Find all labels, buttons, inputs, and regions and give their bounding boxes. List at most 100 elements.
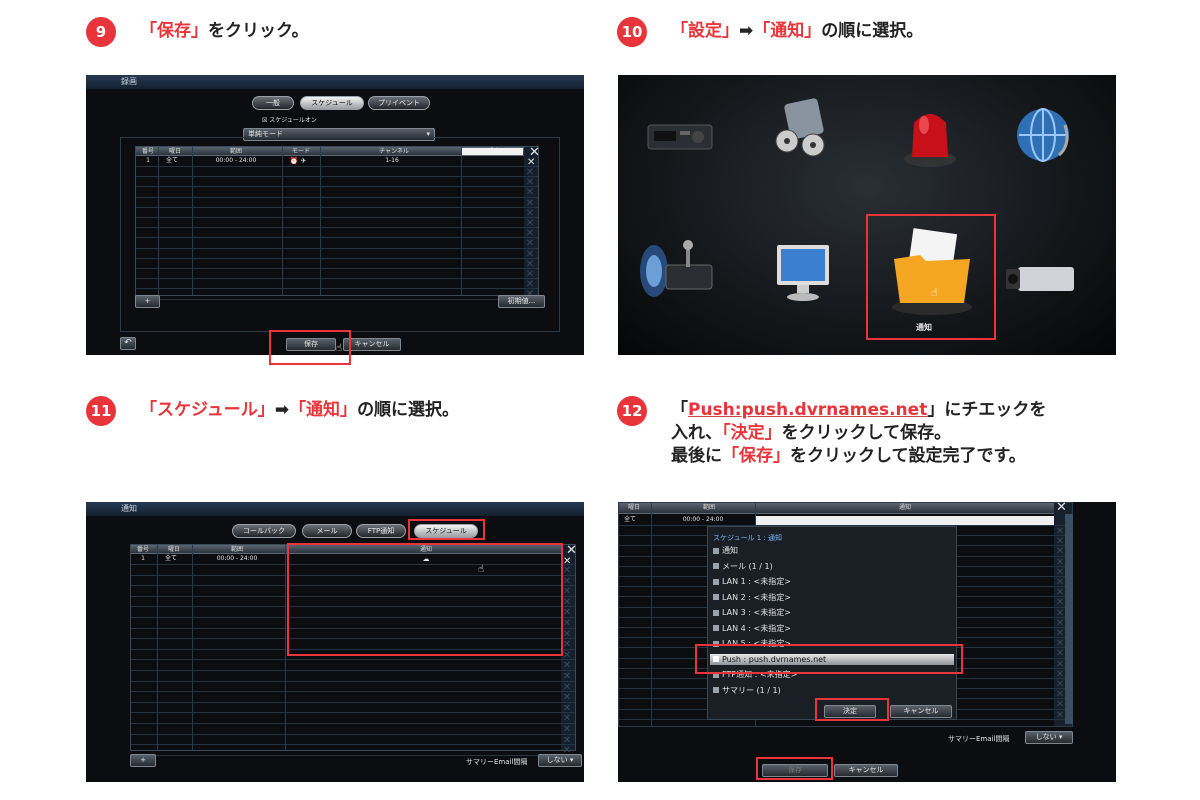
cursor-hand-icon: ☝ bbox=[931, 286, 938, 299]
col-header-number: 番号 bbox=[141, 148, 155, 155]
summary-interval-select[interactable]: しない ▾ bbox=[1025, 731, 1073, 744]
network-globe-icon[interactable] bbox=[1013, 105, 1073, 165]
checkbox-icon bbox=[713, 687, 719, 693]
cancel-button[interactable]: キャンセル bbox=[343, 338, 401, 351]
table-row bbox=[136, 227, 538, 229]
delete-column: ✕✕✕✕✕✕✕✕✕✕✕✕✕ bbox=[524, 147, 538, 300]
table-row bbox=[131, 680, 575, 682]
row-range: 00:00 - 24:00 bbox=[682, 516, 724, 523]
cursor-hand-icon: ☝ bbox=[478, 564, 485, 575]
title-segment: をクリックして保存。 bbox=[781, 423, 952, 443]
summary-interval-label: サマリーEmail間隔 bbox=[466, 758, 528, 766]
title-segment: Push:push.dvrnames.net bbox=[688, 400, 928, 420]
cancel-button[interactable]: キャンセル bbox=[834, 764, 898, 777]
settings-menu-screenshot: 通知 ☝ bbox=[618, 75, 1116, 355]
notify-option-item[interactable]: LAN 2 : <未指定> bbox=[713, 592, 791, 603]
col-header-mode: モード bbox=[291, 148, 311, 155]
notify-option-item[interactable]: メール (1 / 1) bbox=[713, 561, 773, 572]
step-title: 「スケジュール」➡「通知」の順に選択。 bbox=[140, 399, 459, 422]
step-number: 11 bbox=[86, 396, 116, 426]
highlight-push bbox=[695, 644, 963, 674]
monitor-icon[interactable] bbox=[773, 241, 833, 307]
table-row bbox=[136, 257, 538, 259]
ptz-controller-icon[interactable] bbox=[636, 235, 716, 303]
notify-option-item[interactable]: サマリー (1 / 1) bbox=[713, 685, 781, 696]
col-header-day: 曜日 bbox=[627, 504, 641, 511]
chevron-down-icon: ▾ bbox=[569, 756, 574, 764]
alarm-siren-icon[interactable] bbox=[900, 101, 960, 171]
title-segment: 「通知」 bbox=[753, 21, 822, 41]
highlight-save bbox=[269, 330, 351, 365]
delete-row-icon[interactable]: ✕ bbox=[563, 556, 571, 568]
back-icon[interactable]: ↶ bbox=[120, 337, 136, 350]
add-row-button[interactable]: + bbox=[135, 295, 160, 308]
highlight-ok bbox=[815, 698, 889, 721]
step-9-header: 9 「保存」をクリック。 bbox=[86, 17, 309, 47]
title-segment: 「決定」 bbox=[722, 423, 782, 443]
popup-title: スケジュール 1 : 通知 bbox=[713, 534, 782, 542]
row-range: 00:00 - 24:00 bbox=[216, 555, 258, 562]
table-row bbox=[131, 723, 575, 724]
tab-callback[interactable]: コールバック bbox=[232, 524, 296, 538]
notify-folder-icon[interactable] bbox=[886, 225, 978, 317]
notify-option-item[interactable]: LAN 4 : <未指定> bbox=[713, 623, 791, 634]
table-row bbox=[131, 733, 575, 735]
delete-column: ✕ ✕ ✕ ✕ ✕ ✕ ✕ ✕ ✕ ✕ ✕ ✕ ✕ ✕ ✕ ✕ ✕ ✕ bbox=[561, 545, 575, 756]
popup-cancel-button[interactable]: キャンセル bbox=[890, 705, 952, 718]
summary-interval-select[interactable]: しない ▾ bbox=[538, 754, 582, 767]
title-segment: 入れ、 bbox=[671, 423, 723, 443]
step-12-header: 12 「Push:push.dvrnames.net」にチエックを 入れ、「決定… bbox=[617, 396, 1046, 468]
option-label: LAN 4 : <未指定> bbox=[722, 623, 791, 633]
table-row bbox=[136, 298, 538, 300]
schedule-table: 番号 曜日 範囲 モード チャンネル 設定 1 全て 00:00 - 24:00… bbox=[135, 146, 539, 300]
recording-schedule-screenshot: 録画 一般 スケジュール プリイベント ☒ スケジュールオン 単純モード ▾ 番号… bbox=[86, 75, 584, 355]
mode-icons: ⏰ ✈ bbox=[289, 157, 307, 165]
notify-option-item[interactable]: 通知 bbox=[713, 545, 738, 556]
chevron-down-icon: ▾ bbox=[1058, 733, 1063, 741]
hard-disk-icon[interactable] bbox=[773, 97, 833, 167]
notify-popup: スケジュール 1 : 通知 通知メール (1 / 1) LAN 1 : <未指定>… bbox=[707, 526, 957, 720]
option-label: 通知 bbox=[722, 546, 738, 555]
summary-interval-value: しない bbox=[546, 756, 568, 764]
notification-schedule-screenshot: 通知 コールバック メール FTP通知 スケジュール 番号 曜日 範囲 通知 1… bbox=[86, 502, 584, 782]
tab-mail[interactable]: メール bbox=[302, 524, 352, 538]
tab-general[interactable]: 一般 bbox=[252, 96, 294, 110]
checkbox-icon bbox=[713, 625, 719, 631]
title-segment: をクリック。 bbox=[208, 21, 309, 41]
table-row bbox=[136, 206, 538, 208]
table-row bbox=[136, 166, 538, 167]
option-label: メール (1 / 1) bbox=[722, 561, 773, 571]
table-row bbox=[136, 278, 538, 280]
col-header-number: 番号 bbox=[136, 546, 150, 553]
schedule-on-checkbox[interactable]: ☒ スケジュールオン bbox=[262, 115, 317, 124]
title-line: 入れ、「決定」をクリックして保存。 bbox=[671, 422, 1046, 445]
step-10-header: 10 「設定」➡「通知」の順に選択。 bbox=[617, 17, 923, 47]
tab-ftp-notify[interactable]: FTP通知 bbox=[356, 524, 406, 538]
checkbox-icon bbox=[713, 563, 719, 569]
close-icon[interactable]: ✕ bbox=[1056, 502, 1067, 514]
step-number: 9 bbox=[86, 17, 116, 47]
step-11-header: 11 「スケジュール」➡「通知」の順に選択。 bbox=[86, 396, 459, 426]
table-row bbox=[136, 196, 538, 198]
title-segment: 「 bbox=[671, 400, 688, 420]
reset-default-button[interactable]: 初期値... bbox=[498, 295, 545, 308]
table-row bbox=[136, 217, 538, 218]
scrollbar[interactable] bbox=[1065, 514, 1073, 724]
step-number: 12 bbox=[617, 396, 647, 426]
table-row bbox=[136, 268, 538, 269]
option-label: LAN 2 : <未指定> bbox=[722, 592, 791, 602]
title-segment: 「保存」 bbox=[140, 21, 208, 41]
tab-schedule[interactable]: スケジュール bbox=[300, 96, 364, 110]
title-segment: 「保存」 bbox=[722, 446, 790, 466]
row-range: 00:00 - 24:00 bbox=[215, 157, 257, 164]
table-header: 曜日 範囲 通知 bbox=[619, 503, 1072, 514]
notify-option-item[interactable]: LAN 1 : <未指定> bbox=[713, 576, 791, 587]
tab-pre-event[interactable]: プリイベント bbox=[368, 96, 430, 110]
step-title: 「Push:push.dvrnames.net」にチエックを 入れ、「決定」をク… bbox=[671, 399, 1046, 468]
add-row-button[interactable]: + bbox=[130, 754, 156, 767]
delete-row-icon[interactable]: ✕ bbox=[527, 157, 535, 169]
camera-icon[interactable] bbox=[1004, 257, 1084, 307]
dvr-recorder-icon[interactable] bbox=[646, 117, 718, 157]
notify-option-item[interactable]: LAN 3 : <未指定> bbox=[713, 607, 791, 618]
option-label: サマリー (1 / 1) bbox=[722, 685, 781, 695]
